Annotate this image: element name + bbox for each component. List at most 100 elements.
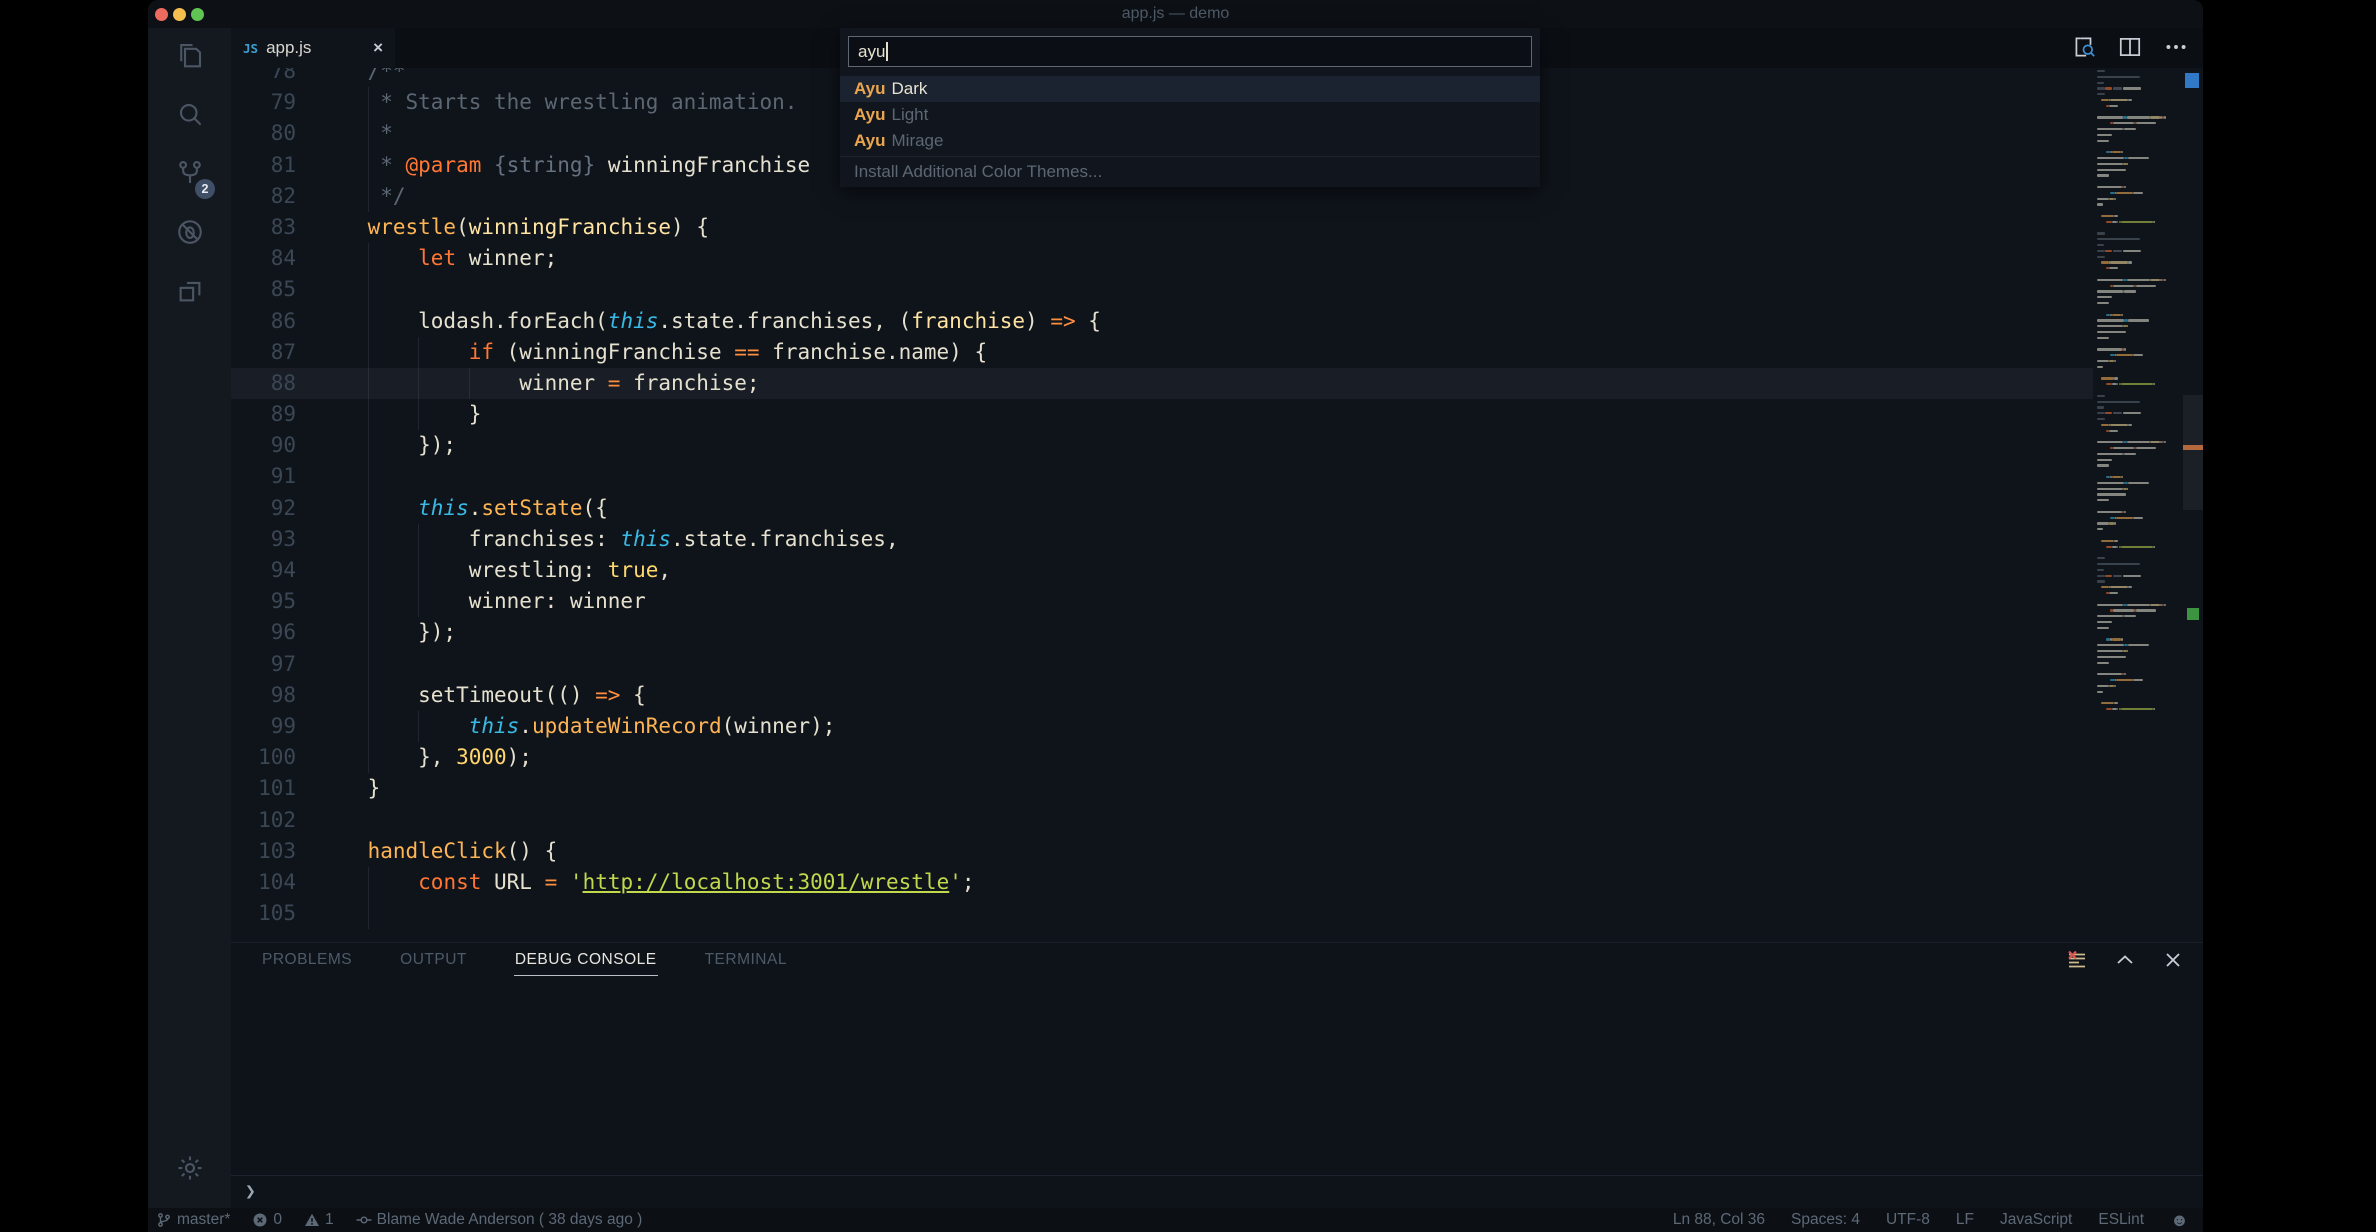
- status-item-utf-8[interactable]: UTF-8: [1886, 1211, 1930, 1229]
- quick-pick-item-ayu-light[interactable]: AyuLight: [840, 102, 1540, 128]
- scrollbar[interactable]: [2183, 68, 2203, 942]
- files-activity-button[interactable]: [148, 28, 231, 87]
- code-line-104[interactable]: 104 const URL = 'http://localhost:3001/w…: [231, 867, 2093, 898]
- line-number[interactable]: 90: [231, 430, 317, 461]
- line-number[interactable]: 78: [231, 68, 317, 87]
- quick-pick-input[interactable]: ayu: [848, 36, 1532, 67]
- code-text: franchises: this.state.franchises,: [317, 524, 2093, 555]
- panel-tab-problems[interactable]: PROBLEMS: [261, 947, 353, 975]
- line-number[interactable]: 92: [231, 493, 317, 524]
- code-line-90[interactable]: 90 });: [231, 430, 2093, 461]
- panel-tab-terminal[interactable]: TERMINAL: [704, 947, 788, 975]
- indent-guide: [368, 306, 369, 337]
- code-line-88[interactable]: 88 winner = franchise;: [231, 368, 2093, 399]
- line-number[interactable]: 79: [231, 87, 317, 118]
- status-item-0[interactable]: 0: [252, 1211, 282, 1229]
- overview-marker-blue: [2185, 73, 2199, 88]
- split-editor-icon[interactable]: [2117, 34, 2143, 60]
- tab-app-js[interactable]: JS app.js ×: [231, 28, 395, 68]
- line-number[interactable]: 88: [231, 368, 317, 399]
- gear-activity-button[interactable]: [148, 1141, 231, 1200]
- line-number[interactable]: 101: [231, 773, 317, 804]
- status-label: Spaces: 4: [1791, 1211, 1860, 1229]
- code-line-97[interactable]: 97: [231, 649, 2093, 680]
- code-line-91[interactable]: 91: [231, 461, 2093, 492]
- extensions-activity-button[interactable]: [148, 264, 231, 323]
- code-line-99[interactable]: 99 this.updateWinRecord(winner);: [231, 711, 2093, 742]
- code-line-83[interactable]: 83 wrestle(winningFranchise) {: [231, 212, 2093, 243]
- line-number[interactable]: 105: [231, 898, 317, 929]
- status-label: LF: [1956, 1211, 1974, 1229]
- scrollbar-slider[interactable]: [2183, 395, 2203, 510]
- tab-close-icon[interactable]: ×: [373, 38, 383, 58]
- line-number[interactable]: 91: [231, 461, 317, 492]
- status-item-master[interactable]: master*: [156, 1211, 230, 1229]
- panel-tab-debug-console[interactable]: DEBUG CONSOLE: [514, 947, 658, 976]
- quick-pick-item-install-themes[interactable]: Install Additional Color Themes...: [840, 159, 1540, 185]
- line-number[interactable]: 99: [231, 711, 317, 742]
- code-line-89[interactable]: 89 }: [231, 399, 2093, 430]
- search-activity-button[interactable]: [148, 87, 231, 146]
- quick-pick-item-ayu-dark[interactable]: AyuDark: [840, 76, 1540, 102]
- line-number[interactable]: 93: [231, 524, 317, 555]
- line-number[interactable]: 100: [231, 742, 317, 773]
- status-item-spaces-4[interactable]: Spaces: 4: [1791, 1211, 1860, 1229]
- line-number[interactable]: 81: [231, 150, 317, 181]
- status-item-smiley-icon[interactable]: ☻: [2170, 1212, 2189, 1228]
- debug-activity-button[interactable]: [148, 205, 231, 264]
- code-line-86[interactable]: 86 lodash.forEach(this.state.franchises,…: [231, 306, 2093, 337]
- status-item-ln-88-col-36[interactable]: Ln 88, Col 36: [1673, 1211, 1765, 1229]
- code-line-84[interactable]: 84 let winner;: [231, 243, 2093, 274]
- code-editor[interactable]: 78 /**79 * Starts the wrestling animatio…: [231, 68, 2203, 942]
- status-item-javascript[interactable]: JavaScript: [2000, 1211, 2072, 1229]
- code-line-100[interactable]: 100 }, 3000);: [231, 742, 2093, 773]
- line-number[interactable]: 103: [231, 836, 317, 867]
- line-number[interactable]: 86: [231, 306, 317, 337]
- panel-tab-output[interactable]: OUTPUT: [399, 947, 468, 975]
- clear-console-icon[interactable]: [2065, 948, 2089, 972]
- code-text: });: [317, 617, 2093, 648]
- line-number[interactable]: 85: [231, 274, 317, 305]
- line-number[interactable]: 96: [231, 617, 317, 648]
- status-item-lf[interactable]: LF: [1956, 1211, 1974, 1229]
- code-line-96[interactable]: 96 });: [231, 617, 2093, 648]
- status-item-1[interactable]: 1: [304, 1211, 334, 1229]
- debug-console-input[interactable]: ❯: [231, 1175, 2203, 1206]
- status-item-eslint[interactable]: ESLint: [2098, 1211, 2144, 1229]
- status-item-blame-wade-anderson-38-days-ago[interactable]: Blame Wade Anderson ( 38 days ago ): [356, 1211, 643, 1229]
- line-number[interactable]: 95: [231, 586, 317, 617]
- smiley-icon: ☻: [2170, 1212, 2189, 1228]
- code-line-103[interactable]: 103 handleClick() {: [231, 836, 2093, 867]
- code-line-95[interactable]: 95 winner: winner: [231, 586, 2093, 617]
- line-number[interactable]: 97: [231, 649, 317, 680]
- line-number[interactable]: 102: [231, 805, 317, 836]
- line-number[interactable]: 104: [231, 867, 317, 898]
- code-line-105[interactable]: 105: [231, 898, 2093, 929]
- code-line-102[interactable]: 102: [231, 805, 2093, 836]
- code-line-92[interactable]: 92 this.setState({: [231, 493, 2093, 524]
- line-number[interactable]: 83: [231, 212, 317, 243]
- indent-guide: [368, 150, 369, 181]
- code-line-101[interactable]: 101 }: [231, 773, 2093, 804]
- source-control-activity-button[interactable]: 2: [148, 146, 231, 205]
- code-line-87[interactable]: 87 if (winningFranchise == franchise.nam…: [231, 337, 2093, 368]
- line-number[interactable]: 89: [231, 399, 317, 430]
- close-panel-icon[interactable]: [2161, 948, 2185, 972]
- open-preview-icon[interactable]: [2071, 34, 2097, 60]
- indent-guide: [368, 649, 369, 680]
- minimap[interactable]: [2093, 70, 2183, 730]
- quick-pick-item-ayu-mirage[interactable]: AyuMirage: [840, 128, 1540, 154]
- line-number[interactable]: 87: [231, 337, 317, 368]
- line-number[interactable]: 84: [231, 243, 317, 274]
- code-line-85[interactable]: 85: [231, 274, 2093, 305]
- line-number[interactable]: 98: [231, 680, 317, 711]
- maximize-panel-icon[interactable]: [2113, 948, 2137, 972]
- line-number[interactable]: 82: [231, 181, 317, 212]
- code-line-93[interactable]: 93 franchises: this.state.franchises,: [231, 524, 2093, 555]
- more-actions-icon[interactable]: [2163, 34, 2189, 60]
- code-line-98[interactable]: 98 setTimeout(() => {: [231, 680, 2093, 711]
- code-line-94[interactable]: 94 wrestling: true,: [231, 555, 2093, 586]
- line-number[interactable]: 94: [231, 555, 317, 586]
- item-label: Mirage: [892, 131, 944, 151]
- line-number[interactable]: 80: [231, 118, 317, 149]
